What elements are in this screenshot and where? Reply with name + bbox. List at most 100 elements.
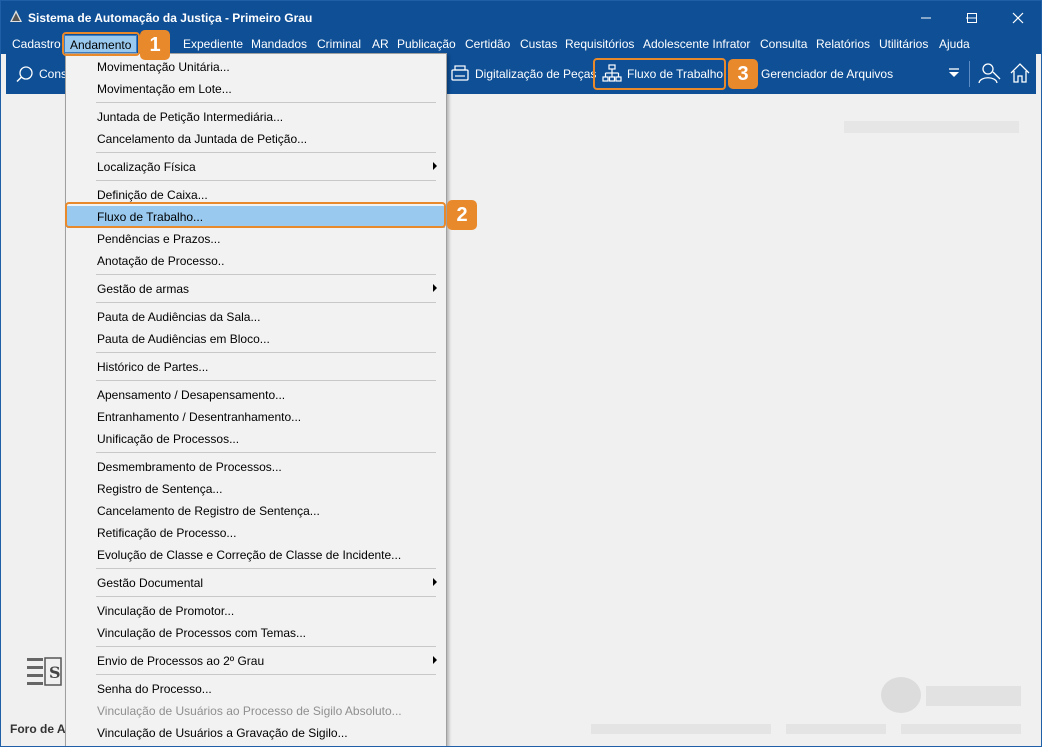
menu-item-label: Vinculação de Usuários ao Processo de Si… bbox=[97, 704, 402, 718]
menu-item-pendencias-prazos[interactable]: Pendências e Prazos... bbox=[67, 228, 445, 250]
home-icon[interactable] bbox=[1009, 62, 1031, 84]
menu-separator bbox=[96, 180, 436, 181]
menu-item-localizacao-fisica[interactable]: Localização Física bbox=[67, 156, 445, 178]
menu-item-label: Envio de Processos ao 2º Grau bbox=[97, 654, 265, 668]
menu-adolescente-infrator[interactable]: Adolescente Infrator bbox=[643, 37, 750, 51]
step-badge-1: 1 bbox=[140, 30, 170, 60]
menu-item-unificacao-processos[interactable]: Unificação de Processos... bbox=[67, 428, 445, 450]
submenu-arrow-icon bbox=[433, 162, 437, 170]
foro-label: Foro de Ar bbox=[10, 722, 71, 736]
menu-item-label: Gestão de armas bbox=[97, 282, 190, 296]
menu-item-gestao-armas[interactable]: Gestão de armas bbox=[67, 278, 445, 300]
menu-item-vinculacao-gravacao-sigilo[interactable]: Vinculação de Usuários a Gravação de Sig… bbox=[67, 722, 445, 744]
menu-item-label: Pauta de Audiências da Sala... bbox=[97, 310, 261, 324]
close-button[interactable] bbox=[995, 1, 1041, 34]
menu-separator bbox=[96, 152, 436, 153]
menu-certidao[interactable]: Certidão bbox=[465, 37, 510, 51]
users-icon[interactable] bbox=[977, 62, 1001, 84]
menu-item-vinculacao-sigilo-absoluto: Vinculação de Usuários ao Processo de Si… bbox=[67, 700, 445, 722]
menu-item-senha-processo[interactable]: Senha do Processo... bbox=[67, 678, 445, 700]
scanner-icon bbox=[451, 65, 469, 81]
menu-item-label: Pauta de Audiências em Bloco... bbox=[97, 332, 270, 346]
menu-publicacao[interactable]: Publicação bbox=[397, 37, 456, 51]
menu-ar[interactable]: AR bbox=[372, 37, 389, 51]
toolbar-digitalizacao[interactable]: Digitalização de Peças bbox=[475, 67, 596, 81]
menu-item-retificacao-processo[interactable]: Retificação de Processo... bbox=[67, 522, 445, 544]
menu-item-envio-segundo-grau[interactable]: Envio de Processos ao 2º Grau bbox=[67, 650, 445, 672]
menu-item-registro-sentenca[interactable]: Registro de Sentença... bbox=[67, 478, 445, 500]
menu-item-label: Cancelamento de Registro de Sentença... bbox=[97, 504, 320, 518]
maximize-button[interactable] bbox=[949, 1, 995, 34]
menu-item-label: Localização Física bbox=[97, 160, 196, 174]
menu-item-pauta-audiencias-sala[interactable]: Pauta de Audiências da Sala... bbox=[67, 306, 445, 328]
menu-item-historico-partes[interactable]: Histórico de Partes... bbox=[67, 356, 445, 378]
menu-item-desmembramento[interactable]: Desmembramento de Processos... bbox=[67, 456, 445, 478]
menu-item-gestao-documental[interactable]: Gestão Documental bbox=[67, 572, 445, 594]
menu-item-movimentacao-lote[interactable]: Movimentação em Lote... bbox=[67, 78, 445, 100]
submenu-arrow-icon bbox=[433, 578, 437, 586]
menu-item-cancelamento-registro-sentenca[interactable]: Cancelamento de Registro de Sentença... bbox=[67, 500, 445, 522]
consulta-search-icon bbox=[16, 66, 33, 83]
toolbar-divider bbox=[969, 61, 970, 87]
app-window: Sistema de Automação da Justiça - Primei… bbox=[0, 0, 1042, 747]
menu-item-vinculacao-promotor[interactable]: Vinculação de Promotor... bbox=[67, 600, 445, 622]
menu-item-juntada-peticao[interactable]: Juntada de Petição Intermediária... bbox=[67, 106, 445, 128]
menu-item-label: Unificação de Processos... bbox=[97, 432, 240, 446]
close-icon bbox=[1012, 12, 1024, 23]
menu-item-label: Movimentação Unitária... bbox=[97, 60, 230, 74]
menu-utilitarios[interactable]: Utilitários bbox=[879, 37, 928, 51]
faded-logo-circle bbox=[881, 677, 921, 713]
submenu-arrow-icon bbox=[433, 656, 437, 664]
app-logo-icon bbox=[10, 10, 22, 22]
menu-requisitorios[interactable]: Requisitórios bbox=[565, 37, 634, 51]
menu-item-label: Entranhamento / Desentranhamento... bbox=[97, 410, 302, 424]
menu-item-label: Vinculação de Promotor... bbox=[97, 604, 235, 618]
menu-item-label: Histórico de Partes... bbox=[97, 360, 209, 374]
menu-separator bbox=[96, 380, 436, 381]
minimize-button-real[interactable] bbox=[903, 1, 949, 34]
menu-item-label: Registro de Sentença... bbox=[97, 482, 223, 496]
toolbar-gerenciador-arquivos[interactable]: Gerenciador de Arquivos bbox=[761, 67, 893, 81]
step-badge-3: 3 bbox=[728, 59, 758, 89]
menu-separator bbox=[96, 102, 436, 103]
menu-item-label: Gestão Documental bbox=[97, 576, 204, 590]
menu-item-label: Senha do Processo... bbox=[97, 682, 212, 696]
menu-item-cancelamento-juntada[interactable]: Cancelamento da Juntada de Petição... bbox=[67, 128, 445, 150]
menu-item-label: Retificação de Processo... bbox=[97, 526, 237, 540]
faded-status-1 bbox=[591, 724, 771, 734]
menu-separator bbox=[96, 352, 436, 353]
faded-header-text bbox=[844, 121, 1019, 133]
overflow-chevron-icon[interactable] bbox=[948, 67, 960, 79]
menu-custas[interactable]: Custas bbox=[520, 37, 557, 51]
menu-item-label: Apensamento / Desapensamento... bbox=[97, 388, 286, 402]
menu-separator bbox=[96, 274, 436, 275]
menu-cadastro[interactable]: Cadastro bbox=[12, 37, 61, 51]
menu-item-label: Movimentação em Lote... bbox=[97, 82, 232, 96]
menu-separator bbox=[96, 302, 436, 303]
menu-item-vinculacao-temas[interactable]: Vinculação de Processos com Temas... bbox=[67, 622, 445, 644]
menu-item-movimentacao-unitaria[interactable]: Movimentação Unitária... bbox=[67, 56, 445, 78]
menu-mandados[interactable]: Mandados bbox=[251, 37, 307, 51]
menu-separator bbox=[96, 596, 436, 597]
fluxo-toolbar-highlight bbox=[593, 58, 726, 90]
menu-consulta[interactable]: Consulta bbox=[760, 37, 807, 51]
menu-relatorios[interactable]: Relatórios bbox=[816, 37, 870, 51]
menu-separator bbox=[96, 452, 436, 453]
toolbar-consulta[interactable]: Cons bbox=[39, 67, 67, 81]
menu-item-anotacao-processo[interactable]: Anotação de Processo.. bbox=[67, 250, 445, 272]
menu-item-entranhamento[interactable]: Entranhamento / Desentranhamento... bbox=[67, 406, 445, 428]
fluxo-menu-item-highlight bbox=[65, 202, 446, 228]
minimize-icon bbox=[921, 17, 931, 18]
menu-item-label: Vinculação de Processos com Temas... bbox=[97, 626, 306, 640]
andamento-dropdown-menu: Movimentação Unitária... Movimentação em… bbox=[65, 53, 447, 746]
menu-item-pauta-audiencias-bloco[interactable]: Pauta de Audiências em Bloco... bbox=[67, 328, 445, 350]
window-title: Sistema de Automação da Justiça - Primei… bbox=[28, 11, 313, 25]
menu-item-evolucao-classe[interactable]: Evolução de Classe e Correção de Classe … bbox=[67, 544, 445, 566]
menu-expediente[interactable]: Expediente bbox=[183, 37, 243, 51]
maximize-icon bbox=[967, 12, 977, 23]
menu-item-label: Juntada de Petição Intermediária... bbox=[97, 110, 284, 124]
menu-ajuda[interactable]: Ajuda bbox=[939, 37, 970, 51]
menu-criminal[interactable]: Criminal bbox=[317, 37, 361, 51]
menu-item-apensamento[interactable]: Apensamento / Desapensamento... bbox=[67, 384, 445, 406]
step-badge-2: 2 bbox=[447, 200, 477, 230]
